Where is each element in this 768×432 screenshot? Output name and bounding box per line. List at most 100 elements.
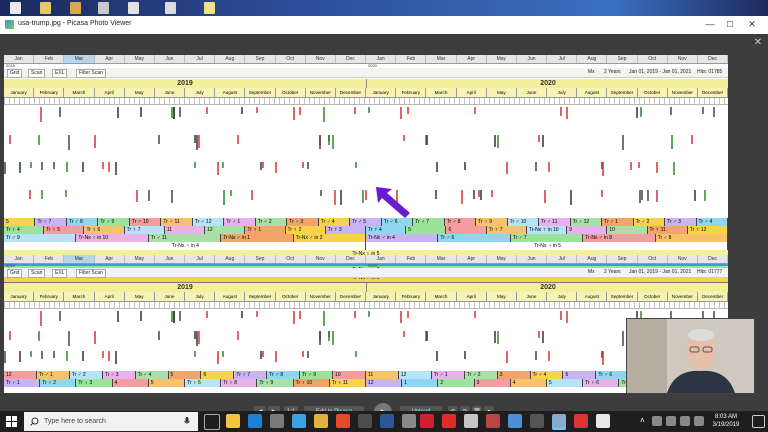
strip-month-cell[interactable]: May [125, 255, 155, 263]
strip-month-cell[interactable]: Nov [306, 55, 336, 63]
desktop-icon-6[interactable] [165, 2, 176, 14]
file-explorer-icon[interactable] [226, 414, 240, 428]
task-view-icon[interactable] [204, 414, 220, 430]
microphone-icon[interactable] [184, 417, 190, 426]
minimize-button[interactable]: — [702, 18, 718, 31]
app-icon[interactable] [358, 414, 372, 428]
strip-month-cell[interactable]: Apr [95, 55, 125, 63]
strip-month-cell[interactable]: Jun [155, 255, 186, 263]
strip-month-cell[interactable]: Jul [185, 255, 216, 263]
strip-month-cell[interactable]: Oct [638, 255, 668, 263]
strip-month-cell[interactable]: Mar [64, 255, 95, 263]
strip-month-cell[interactable]: Apr [457, 255, 487, 263]
strip-month-cell[interactable]: Mar [64, 55, 95, 63]
strip-month-cell[interactable]: Nov [668, 255, 698, 263]
strip-month-cell[interactable]: Apr [95, 255, 125, 263]
strip-month-cell[interactable]: Jul [547, 55, 578, 63]
scan-checkbox[interactable]: Scan [28, 69, 46, 78]
strip-month-cell[interactable]: Feb [396, 255, 427, 263]
grid-checkbox[interactable]: Grid [7, 269, 23, 278]
strip-month-cell[interactable]: Jun [517, 55, 548, 63]
mail-icon[interactable] [292, 414, 306, 428]
folder-icon[interactable] [314, 414, 328, 428]
desktop-icon-7[interactable] [204, 2, 215, 14]
strip-month-cell[interactable]: Aug [215, 55, 246, 63]
strip-month-cell[interactable]: Aug [577, 55, 608, 63]
edge-browser-icon[interactable] [248, 414, 262, 428]
month-navigator-strip[interactable]: Jan Feb Mar Apr May Jun Jul Aug Sep Oct Nov Dec Jan F… [4, 55, 728, 64]
month-navigator-strip[interactable]: Jan Feb Mar Apr May Jun Jul Aug Sep Oct Nov Dec Jan F… [4, 255, 728, 264]
word-icon[interactable] [380, 414, 394, 428]
exl-checkbox[interactable]: EXL [52, 69, 68, 78]
system-clock[interactable]: 8:03 AM 3/19/2019 [706, 413, 746, 429]
chevron-up-icon[interactable]: ˄ [640, 416, 648, 426]
close-button[interactable]: ✕ [744, 18, 760, 31]
scan-checkbox[interactable]: Scan [28, 269, 46, 278]
filter-scan-button[interactable]: Filter Scan [76, 269, 106, 278]
strip-month-cell[interactable]: Dec [336, 55, 367, 63]
strip-month-cell[interactable]: Feb [34, 55, 65, 63]
app-icon[interactable] [508, 414, 522, 428]
app-icon[interactable] [574, 414, 588, 428]
strip-month-cell[interactable]: Jan [366, 55, 397, 63]
strip-month-cell[interactable]: Jul [185, 55, 216, 63]
notifications-icon[interactable] [752, 415, 765, 428]
strip-month-cell[interactable]: Nov [306, 255, 336, 263]
app-icon[interactable] [464, 414, 478, 428]
strip-month-cell[interactable]: May [487, 255, 517, 263]
strip-month-cell[interactable]: Nov [668, 55, 698, 63]
strip-month-cell[interactable]: Sep [607, 55, 638, 63]
strip-month-cell[interactable]: Mar [426, 55, 457, 63]
app-icon[interactable] [420, 414, 434, 428]
strip-month-cell[interactable]: Sep [245, 255, 276, 263]
strip-month-cell[interactable]: Jan [4, 55, 35, 63]
store-icon[interactable] [270, 414, 284, 428]
desktop-icon-1[interactable] [10, 2, 21, 14]
app-icon[interactable] [402, 414, 416, 428]
app-icon[interactable] [596, 414, 610, 428]
exl-checkbox[interactable]: EXL [52, 269, 68, 278]
maximize-button[interactable]: ☐ [722, 18, 738, 31]
strip-month-cell[interactable]: Oct [638, 55, 668, 63]
grid-checkbox[interactable]: Grid [7, 69, 23, 78]
picasa-taskbar-icon[interactable] [552, 414, 566, 430]
strip-month-cell[interactable]: Jan [4, 255, 35, 263]
app-icon[interactable] [336, 414, 350, 428]
strip-month-cell[interactable]: Jul [547, 255, 578, 263]
strip-month-cell[interactable]: Dec [336, 255, 367, 263]
language-icon[interactable] [694, 416, 704, 426]
volume-icon[interactable] [666, 416, 676, 426]
windows-start-icon[interactable] [6, 416, 17, 427]
strip-month-cell[interactable]: May [125, 55, 155, 63]
strip-month-cell[interactable]: Feb [34, 255, 65, 263]
viewer-close-icon[interactable]: ✕ [752, 37, 764, 49]
strip-month-cell[interactable]: Aug [577, 255, 608, 263]
strip-month-cell[interactable]: Dec [698, 255, 728, 263]
app-icon[interactable] [442, 414, 456, 428]
app-icon[interactable] [486, 414, 500, 428]
strip-month-cell[interactable]: May [487, 55, 517, 63]
strip-month-cell[interactable]: Apr [457, 55, 487, 63]
desktop-icon-4[interactable] [98, 2, 109, 14]
taskbar-search-box[interactable]: Type here to search [24, 412, 198, 431]
desktop-icon-3[interactable] [70, 2, 81, 14]
strip-month-cell[interactable]: Feb [396, 55, 427, 63]
battery-icon[interactable] [680, 416, 690, 426]
aspect-glyph [179, 311, 181, 321]
strip-month-cell[interactable]: Jan [366, 255, 397, 263]
strip-month-cell[interactable]: Dec [698, 55, 728, 63]
strip-month-cell[interactable]: Mar [426, 255, 457, 263]
strip-month-cell[interactable]: Sep [245, 55, 276, 63]
strip-month-cell[interactable]: Jun [517, 255, 548, 263]
strip-month-cell[interactable]: Oct [276, 255, 306, 263]
strip-month-cell[interactable]: Jun [155, 55, 186, 63]
strip-month-cell[interactable]: Oct [276, 55, 306, 63]
filter-scan-button[interactable]: Filter Scan [76, 69, 106, 78]
title-bar[interactable]: usa-trump.jpg - Picasa Photo Viewer — ☐ … [0, 16, 768, 35]
strip-month-cell[interactable]: Sep [607, 255, 638, 263]
network-icon[interactable] [652, 416, 662, 426]
desktop-icon-5[interactable] [128, 2, 139, 14]
desktop-icon-2[interactable] [40, 2, 51, 14]
strip-month-cell[interactable]: Aug [215, 255, 246, 263]
app-icon[interactable] [530, 414, 544, 428]
